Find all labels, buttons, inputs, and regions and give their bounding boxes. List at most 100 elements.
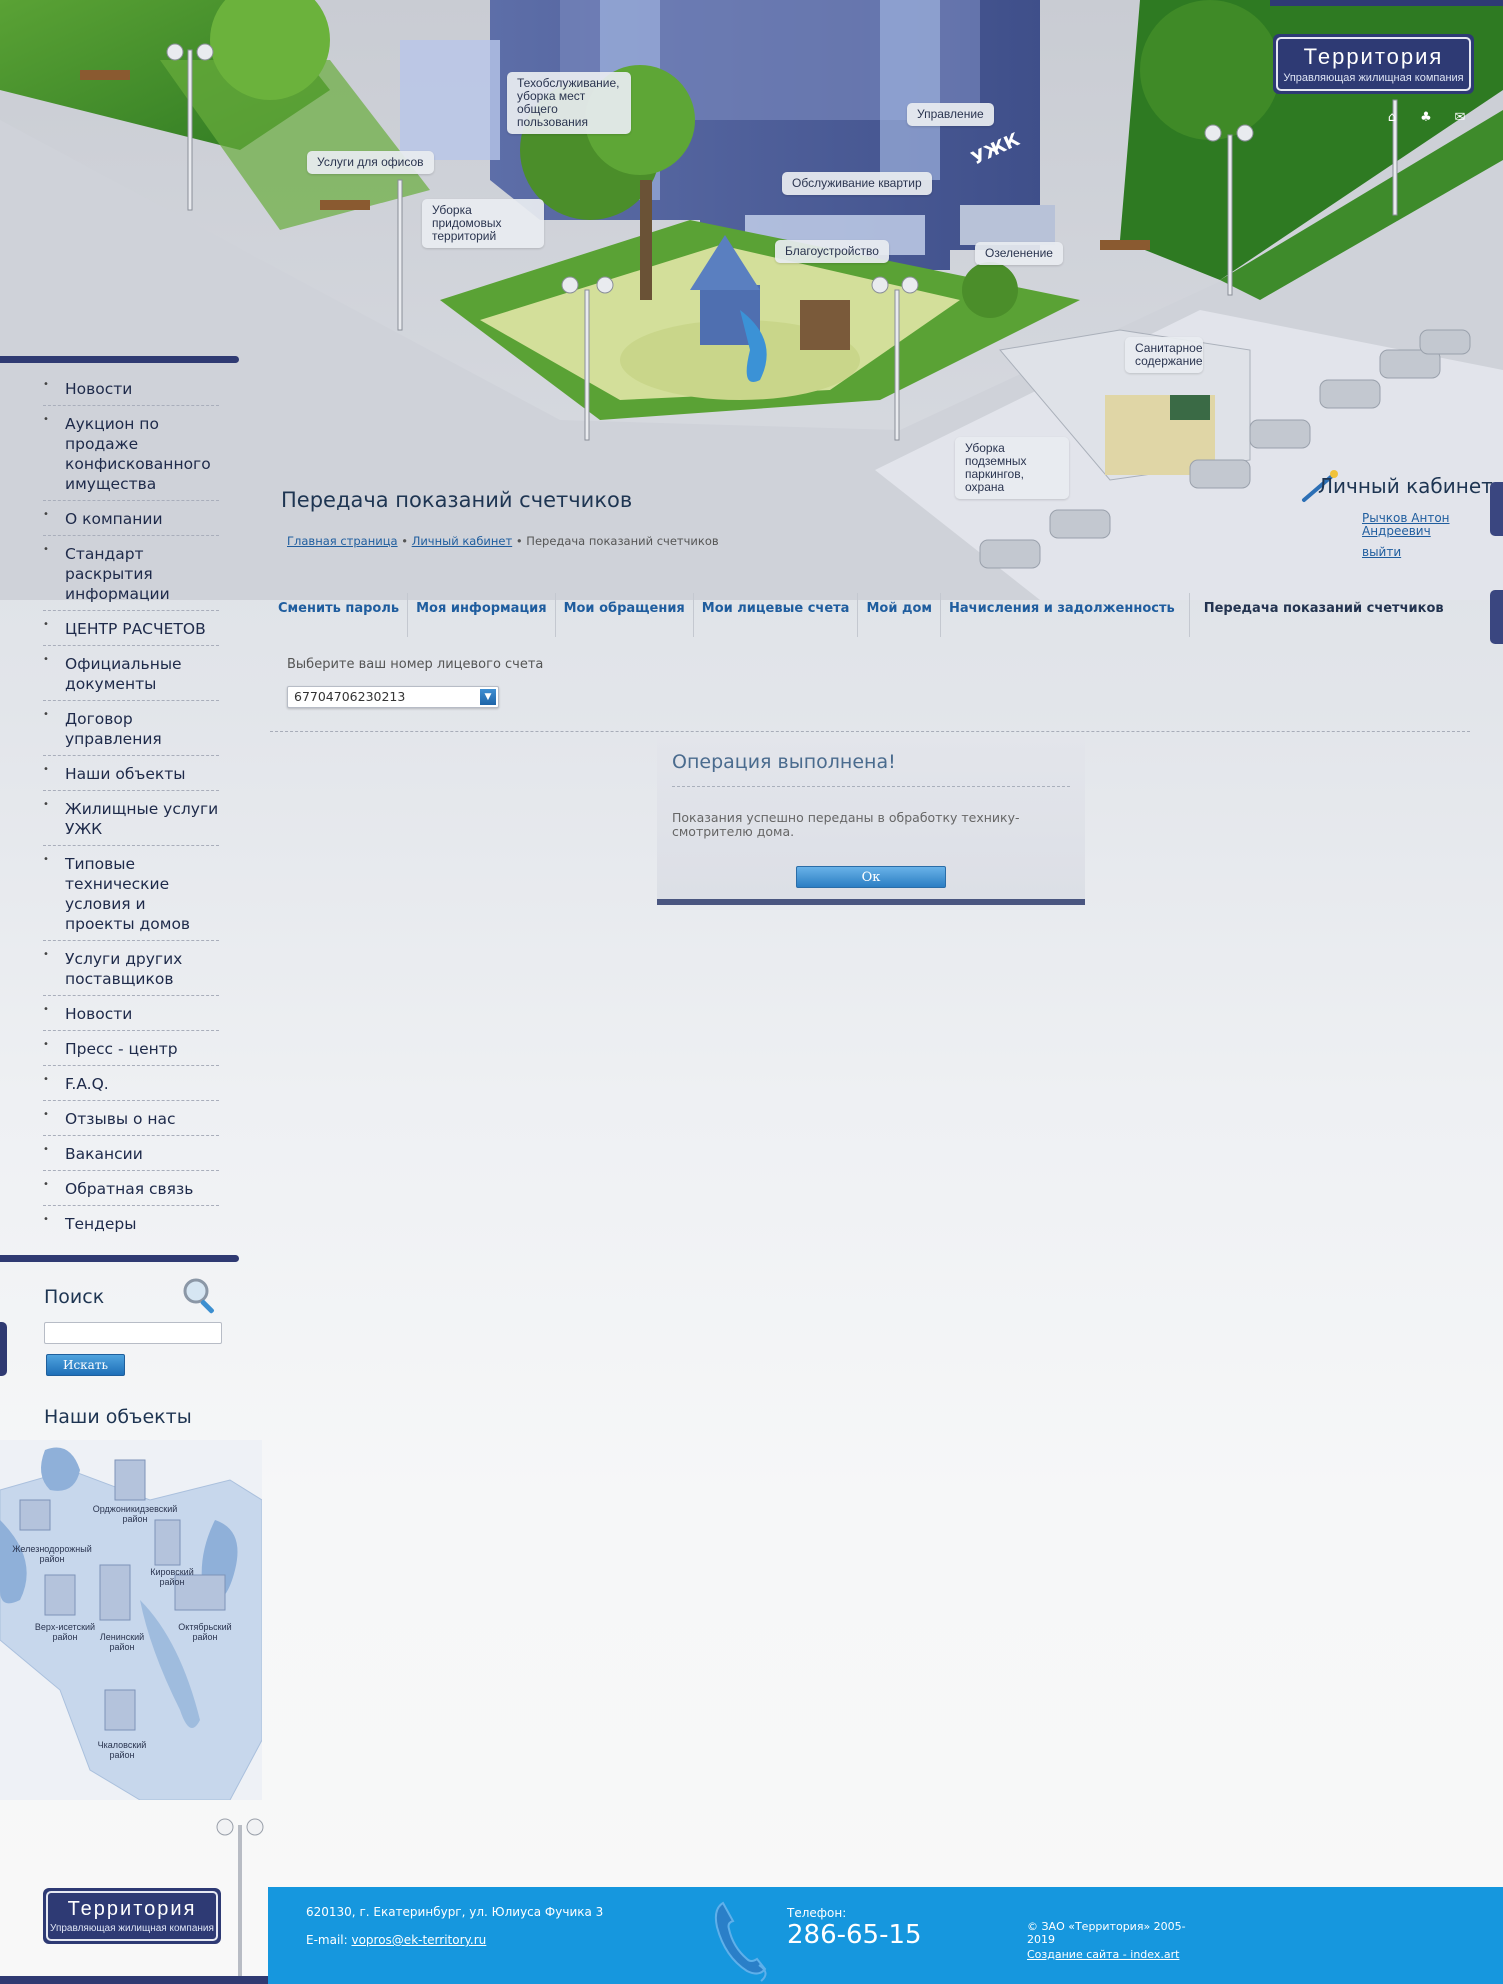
home-icon[interactable]: ⌂ bbox=[1385, 110, 1399, 125]
success-dialog: Операция выполнена! Показания успешно пе… bbox=[657, 736, 1085, 905]
sidebar-nav: Новости Аукцион по продаже конфискованно… bbox=[43, 375, 219, 1244]
search-button[interactable]: Искать bbox=[46, 1354, 125, 1376]
nav-item-label: Услуги других поставщиков bbox=[65, 950, 183, 988]
svg-text:Ленинский: Ленинский bbox=[100, 1632, 144, 1642]
nav-item-documents[interactable]: Официальные документы bbox=[43, 650, 219, 701]
tab-my-info[interactable]: Моя информация bbox=[408, 593, 556, 637]
made-by: Создание сайта - index.art bbox=[1027, 1948, 1179, 1961]
search-input[interactable] bbox=[44, 1322, 222, 1344]
phone-icon bbox=[714, 1901, 767, 1982]
nav-item-label: Обратная связь bbox=[65, 1180, 194, 1198]
divider bbox=[270, 731, 1470, 732]
nav-item-housing-services[interactable]: Жилищные услуги УЖК bbox=[43, 795, 219, 846]
top-icons: ⌂ ♣ ✉ bbox=[1385, 110, 1467, 125]
nav-item-vacancies[interactable]: Вакансии bbox=[43, 1140, 219, 1171]
callout-office-services: Услуги для офисов bbox=[307, 151, 434, 174]
made-by-link[interactable]: Создание сайта - index.art bbox=[1027, 1948, 1179, 1961]
account-select[interactable]: 67704706230213 ▼ bbox=[287, 686, 499, 708]
svg-text:район: район bbox=[159, 1577, 184, 1587]
tab-charges-debt[interactable]: Начисления и задолженность bbox=[941, 593, 1190, 637]
nav-item-disclosure[interactable]: Стандарт раскрытия информации bbox=[43, 540, 219, 611]
tab-my-accounts[interactable]: Мои лицевые счета bbox=[694, 593, 859, 637]
callout-greening: Озеленение bbox=[975, 242, 1063, 265]
nav-item-label: Стандарт раскрытия информации bbox=[65, 545, 170, 603]
chevron-down-icon[interactable]: ▼ bbox=[480, 689, 496, 705]
svg-text:район: район bbox=[109, 1750, 134, 1760]
footer-logo[interactable]: Территория Управляющая жилищная компания bbox=[43, 1888, 221, 1944]
breadcrumb-separator: • bbox=[397, 534, 412, 548]
tab-my-requests[interactable]: Мои обращения bbox=[556, 593, 694, 637]
sidebar-top-bar bbox=[0, 356, 239, 363]
svg-text:Верх-исетский: Верх-исетский bbox=[35, 1622, 95, 1632]
svg-text:район: район bbox=[192, 1632, 217, 1642]
callout-management: Управление bbox=[907, 103, 994, 126]
nav-item-auction[interactable]: Аукцион по продаже конфискованного имуще… bbox=[43, 410, 219, 501]
logo-name: Территория bbox=[1303, 44, 1444, 69]
nav-item-label: Пресс - центр bbox=[65, 1040, 178, 1058]
nav-item-about[interactable]: О компании bbox=[43, 505, 219, 536]
nav-item-label: Договор управления bbox=[65, 710, 162, 748]
email-label: E-mail: bbox=[306, 1933, 352, 1947]
nav-item-payment-center[interactable]: ЦЕНТР РАСЧЕТОВ bbox=[43, 615, 219, 646]
svg-text:Чкаловский: Чкаловский bbox=[98, 1740, 147, 1750]
logo[interactable]: Территория Управляющая жилищная компания bbox=[1273, 34, 1474, 94]
nav-item-label: Новости bbox=[65, 380, 133, 398]
svg-text:район: район bbox=[39, 1554, 64, 1564]
nav-item-label: F.A.Q. bbox=[65, 1075, 109, 1093]
nav-item-other-suppliers[interactable]: Услуги других поставщиков bbox=[43, 945, 219, 996]
account-select-value: 67704706230213 bbox=[294, 689, 406, 704]
nav-item-label: ЦЕНТР РАСЧЕТОВ bbox=[65, 620, 206, 638]
mail-icon[interactable]: ✉ bbox=[1453, 110, 1467, 125]
nav-item-label: Вакансии bbox=[65, 1145, 143, 1163]
cabinet-title: Личный кабинет bbox=[1318, 474, 1493, 498]
right-side-tab[interactable] bbox=[1490, 590, 1503, 644]
tab-change-password[interactable]: Сменить пароль bbox=[270, 593, 409, 637]
ok-button[interactable]: Ок bbox=[796, 866, 946, 888]
footer-left-bar bbox=[0, 1976, 268, 1984]
nav-item-news-2[interactable]: Новости bbox=[43, 1000, 219, 1031]
left-side-tab[interactable] bbox=[0, 1322, 7, 1376]
phone-number: 286-65-15 bbox=[787, 1920, 922, 1950]
right-side-tab[interactable] bbox=[1490, 482, 1503, 536]
logo-subtitle: Управляющая жилищная компания bbox=[1283, 72, 1464, 84]
nav-item-tenders[interactable]: Тендеры bbox=[43, 1210, 219, 1240]
districts-map[interactable]: Орджоникидзевский район Железнодорожный ра… bbox=[0, 1440, 263, 1801]
nav-item-news[interactable]: Новости bbox=[43, 375, 219, 406]
phone-label: Телефон: bbox=[787, 1906, 847, 1920]
email-link[interactable]: vopros@ek-territory.ru bbox=[351, 1933, 486, 1947]
svg-text:район: район bbox=[52, 1632, 77, 1642]
nav-item-faq[interactable]: F.A.Q. bbox=[43, 1070, 219, 1101]
svg-text:Кировский: Кировский bbox=[150, 1567, 193, 1577]
tab-meter-readings[interactable]: Передача показаний счетчиков bbox=[1190, 593, 1452, 637]
nav-item-reviews[interactable]: Отзывы о нас bbox=[43, 1105, 219, 1136]
breadcrumb-home-link[interactable]: Главная страница bbox=[287, 534, 398, 548]
nav-item-label: Типовые технические условия и проекты до… bbox=[65, 855, 191, 933]
nav-item-technical-conditions[interactable]: Типовые технические условия и проекты до… bbox=[43, 850, 219, 941]
nav-item-feedback[interactable]: Обратная связь bbox=[43, 1175, 219, 1206]
dialog-message: Показания успешно переданы в обработку т… bbox=[672, 810, 1020, 839]
svg-text:Железнодорожный: Железнодорожный bbox=[12, 1544, 92, 1554]
magnifier-icon bbox=[183, 1278, 214, 1314]
tab-my-house[interactable]: Мой дом bbox=[858, 593, 942, 637]
callout-apartment-service: Обслуживание квартир bbox=[782, 172, 932, 195]
nav-item-press-center[interactable]: Пресс - центр bbox=[43, 1035, 219, 1066]
svg-text:Орджоникидзевский: Орджоникидзевский bbox=[93, 1504, 178, 1514]
breadcrumb-cabinet-link[interactable]: Личный кабинет bbox=[412, 534, 513, 548]
callout-landscaping: Благоустройство bbox=[775, 240, 889, 263]
dialog-title: Операция выполнена! bbox=[672, 751, 896, 773]
logout-link[interactable]: выйти bbox=[1362, 545, 1401, 559]
footer-address: 620130, г. Екатеринбург, ул. Юлиуса Фучи… bbox=[306, 1905, 604, 1919]
dialog-divider bbox=[672, 786, 1070, 787]
sitemap-icon[interactable]: ♣ bbox=[1419, 110, 1433, 125]
callout-sanitary: Санитарное содержание bbox=[1125, 337, 1203, 373]
nav-item-label: Отзывы о нас bbox=[65, 1110, 176, 1128]
copyright: © ЗАО «Территория» 2005-2019 bbox=[1027, 1920, 1186, 1946]
nav-item-contract[interactable]: Договор управления bbox=[43, 705, 219, 756]
cabinet-user-link[interactable]: Рычков Антон Андреевич bbox=[1362, 512, 1472, 538]
nav-item-label: Наши объекты bbox=[65, 765, 186, 783]
search-title: Поиск bbox=[44, 1286, 105, 1308]
footer: 620130, г. Екатеринбург, ул. Юлиуса Фучи… bbox=[268, 1887, 1503, 1984]
callout-parking-cleaning: Уборка подземных паркингов, охрана bbox=[955, 437, 1069, 499]
nav-item-label: Новости bbox=[65, 1005, 133, 1023]
nav-item-objects[interactable]: Наши объекты bbox=[43, 760, 219, 791]
